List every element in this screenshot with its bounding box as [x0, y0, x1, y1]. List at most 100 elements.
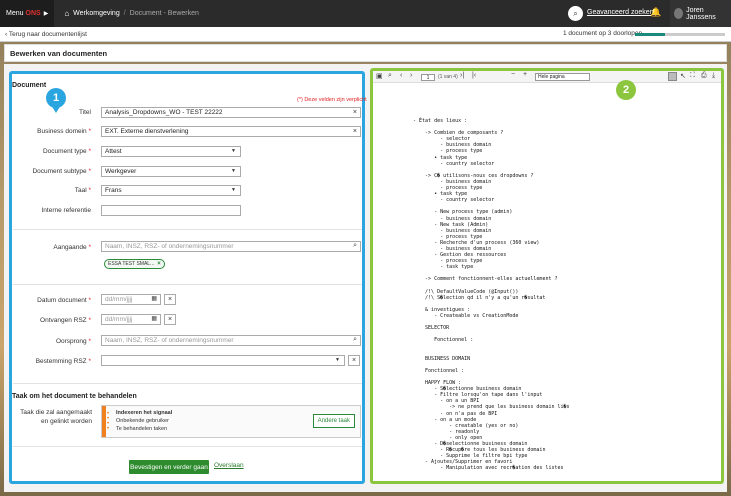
divider [13, 383, 362, 384]
business-domein-value: EXT. Externe dienstverlening [105, 128, 189, 135]
home-icon[interactable]: ⌂ [64, 9, 69, 18]
user-menu[interactable]: Joren Janssens [670, 0, 731, 27]
interne-referentie-label: Interne referentie [41, 207, 91, 214]
other-task-button[interactable]: Andere taak [312, 414, 355, 428]
text-select-icon[interactable] [668, 72, 677, 81]
page-number-input[interactable]: 1 [421, 74, 435, 81]
oorsprong-search-input[interactable]: Naam, INSZ, RSZ- of ondernemingsnummer ⌕ [101, 335, 361, 346]
document-subtype-value: Werkgever [105, 168, 137, 175]
datum-document-placeholder: dd/mm/jjjj [105, 296, 133, 303]
step-badge-1: 1 [46, 88, 66, 113]
oorsprong-label: Oorsprong * [55, 338, 91, 345]
aangaande-label: Aangaande * [53, 244, 91, 251]
taal-value: Frans [105, 187, 122, 194]
fullscreen-icon[interactable]: ⛶ [690, 72, 695, 80]
document-type-label: Document type * [42, 148, 91, 155]
task-details: Indexeren het signaal Onbekende gebruike… [116, 409, 172, 433]
breadcrumb: ⌂ Werkomgeving / Document - Bewerken [64, 9, 199, 18]
advanced-search-link[interactable]: Geavanceerd zoeken [587, 9, 654, 16]
document-subtype-select[interactable]: Werkgever ▼ [101, 166, 241, 177]
aangaande-placeholder: Naam, INSZ, RSZ- of ondernemingsnummer [105, 243, 234, 250]
breadcrumb-separator: / [123, 10, 126, 17]
progress-fill [635, 33, 665, 36]
document-type-select[interactable]: Attest ▼ [101, 146, 241, 157]
back-label: Terug naar documentenlijst [8, 30, 87, 38]
sidebar-toggle-icon[interactable]: ▣ [376, 72, 383, 80]
oorsprong-placeholder: Naam, INSZ, RSZ- of ondernemingsnummer [105, 337, 234, 344]
first-page-icon[interactable]: |‹ [472, 72, 476, 79]
chevron-right-icon: ▶ [43, 11, 49, 17]
breadcrumb-current: Document - Bewerken [129, 10, 199, 17]
clear-icon[interactable]: × [353, 109, 357, 116]
breadcrumb-workspace[interactable]: Werkomgeving [73, 10, 120, 17]
print-icon[interactable]: ⎙ [701, 72, 707, 80]
download-icon[interactable]: ⤓ [712, 72, 715, 80]
progress-bar [635, 33, 725, 36]
clear-date-button[interactable]: × [164, 294, 176, 305]
ontvangen-rsz-label: Ontvangen RSZ * [40, 317, 91, 324]
section-title-document: Document [12, 82, 47, 89]
menu-brand: ONS [25, 10, 41, 17]
user-name: Joren Janssens [686, 6, 716, 21]
zoom-select[interactable]: Hele pagina [535, 73, 590, 81]
document-content: - État des lieux : -> Combien de composa… [413, 118, 570, 472]
page-title: Bewerken van documenten [4, 44, 727, 62]
search-icon[interactable]: ⌕ [353, 242, 357, 250]
step-badge-2: 2 [616, 80, 636, 100]
divider [13, 446, 362, 447]
divider [13, 284, 362, 285]
task-line-1: Indexeren het signaal [116, 410, 173, 416]
interne-referentie-input[interactable] [101, 205, 241, 216]
calendar-icon[interactable]: ▦ [151, 315, 157, 322]
bestemming-rsz-label: Bestemming RSZ * [35, 358, 91, 365]
chevron-down-icon: ▼ [335, 357, 340, 363]
chip-label: ESSA TEST SMAL... [108, 261, 155, 267]
previous-page-icon[interactable]: ‹ [400, 72, 402, 79]
taal-label: Taal * [74, 187, 91, 194]
task-line-3: Te behandelen taken [116, 426, 168, 432]
aangaande-search-input[interactable]: Naam, INSZ, RSZ- of ondernemingsnummer ⌕ [101, 241, 361, 252]
back-link[interactable]: ‹ Terug naar documentenlijst [5, 31, 87, 38]
clear-icon[interactable]: × [353, 128, 357, 135]
sub-bar: ‹ Terug naar documentenlijst 1 document … [0, 27, 731, 42]
business-domein-label: Business domein * [37, 128, 91, 135]
document-subtype-label: Document subtype * [32, 168, 91, 175]
bell-icon[interactable]: 🔔 [650, 7, 661, 18]
menu-label: Menu [6, 10, 24, 17]
next-page-icon[interactable]: › [410, 72, 412, 79]
close-icon[interactable]: × [157, 261, 161, 267]
titel-value: Analysis_Dropdowns_WO - TEST 22222 [105, 109, 223, 116]
divider [13, 229, 362, 230]
zoom-in-icon[interactable]: + [523, 71, 527, 78]
taal-select[interactable]: Frans ▼ [101, 185, 241, 196]
search-icon[interactable]: ⌕ [353, 336, 357, 344]
task-card: • • • • Indexeren het signaal Onbekende geb… [101, 405, 361, 438]
last-page-icon[interactable]: ›| [460, 72, 464, 79]
confirm-button[interactable]: Bevestigen en verder gaan [129, 460, 209, 474]
zoom-out-icon[interactable]: − [511, 71, 515, 78]
clear-date-button[interactable]: × [164, 314, 176, 325]
titel-input[interactable]: Analysis_Dropdowns_WO - TEST 22222 × [101, 107, 361, 118]
hand-tool-icon[interactable]: ↖ [680, 72, 686, 80]
menu-button[interactable]: Menu ONS ▶ [0, 0, 55, 27]
datum-document-label: Datum document * [37, 297, 91, 304]
titel-label: Titel [78, 109, 91, 116]
search-icon[interactable]: ⌕ [388, 72, 392, 80]
clear-bestemming-button[interactable]: × [348, 355, 360, 366]
datum-document-input[interactable]: dd/mm/jjjj ▦ [101, 294, 161, 305]
aangaande-chip: ESSA TEST SMAL... × [104, 259, 165, 269]
avatar [674, 8, 684, 19]
search-icon[interactable]: ⌕ [568, 6, 583, 21]
business-domein-select[interactable]: EXT. Externe dienstverlening × [101, 126, 361, 137]
page-count: (1 van 4) [438, 74, 458, 80]
drag-handle-icon[interactable]: • • • • [107, 411, 109, 432]
task-label: Taak die zal aangemaakt en gelinkt worde… [20, 409, 92, 425]
calendar-icon[interactable]: ▦ [151, 295, 157, 302]
chevron-down-icon: ▼ [231, 168, 236, 174]
skip-link[interactable]: Overslaan [214, 462, 244, 469]
section-title-task: Taak om het document te behandelen [12, 393, 137, 400]
bestemming-rsz-select[interactable]: ▼ [101, 355, 345, 366]
progress-text: 1 document op 3 doorlopen [563, 30, 643, 37]
chevron-down-icon: ▼ [231, 148, 236, 154]
ontvangen-rsz-input[interactable]: dd/mm/jjjj ▦ [101, 314, 161, 325]
